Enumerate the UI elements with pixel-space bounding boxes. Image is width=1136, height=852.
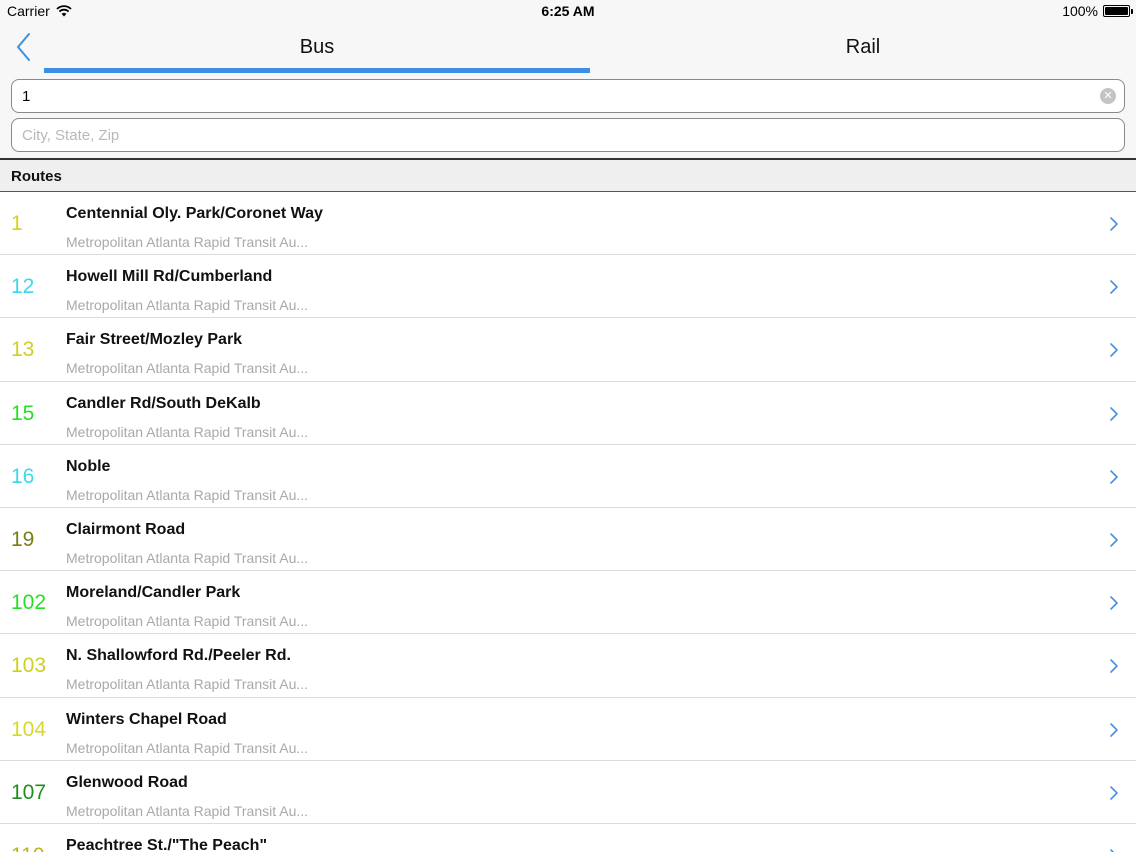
- back-button[interactable]: [12, 30, 38, 66]
- route-list: 1 Centennial Oly. Park/Coronet Way Metropo…: [0, 192, 1136, 852]
- route-row[interactable]: 103 N. Shallowford Rd./Peeler Rd. Metropol…: [0, 634, 1136, 698]
- battery-percent: 100%: [1062, 3, 1098, 19]
- chevron-right-icon: [1110, 659, 1118, 674]
- route-agency: Metropolitan Atlanta Rapid Transit Au...: [66, 549, 309, 566]
- route-name: Winters Chapel Road: [66, 710, 227, 728]
- route-row[interactable]: 107 Glenwood Road Metropolitan Atlanta Rap…: [0, 760, 1136, 824]
- route-row[interactable]: 13 Fair Street/Mozley Park Metropolitan At…: [0, 318, 1136, 382]
- route-agency: Metropolitan Atlanta Rapid Transit Au...: [66, 676, 309, 693]
- route-row[interactable]: 19 Clairmont Road Metropolitan Atlanta Rap…: [0, 507, 1136, 572]
- route-name: N. Shallowford Rd./Peeler Rd.: [66, 647, 291, 665]
- status-right: 100%: [1062, 3, 1133, 19]
- route-name: Howell Mill Rd/Cumberland: [66, 268, 273, 286]
- chevron-right-icon: [1110, 217, 1118, 231]
- route-agency: Metropolitan Atlanta Rapid Transit Au...: [66, 739, 309, 756]
- clear-icon[interactable]: ✕: [1100, 88, 1116, 104]
- battery-icon: [1103, 5, 1133, 17]
- route-number: 110: [11, 844, 44, 852]
- battery-fill: [1105, 7, 1128, 15]
- route-number: 103: [11, 654, 47, 678]
- route-agency: Metropolitan Atlanta Rapid Transit Au...: [66, 360, 309, 377]
- route-number: 107: [11, 780, 47, 804]
- chevron-right-icon: [1110, 722, 1118, 737]
- route-row[interactable]: 110Peachtree St./"The Peach"Metropolitan…: [0, 823, 1136, 852]
- route-row[interactable]: 1 Centennial Oly. Park/Coronet Way Metropo…: [0, 192, 1136, 256]
- route-name: Centennial Oly. Park/Coronet Way: [66, 205, 323, 222]
- route-name: Fair Street/Mozley Park: [66, 331, 243, 349]
- location-field: [11, 118, 1125, 152]
- status-bar: Carrier 6:25 AM 100%: [0, 0, 1136, 22]
- clock: 6:25 AM: [541, 3, 595, 19]
- route-agency: Metropolitan Atlanta Rapid Transit Au...: [66, 486, 309, 503]
- route-agency: Metropolitan Atlanta Rapid Transit Au...: [66, 297, 309, 314]
- chevron-right-icon: [1110, 343, 1118, 358]
- route-name: Peachtree St./"The Peach": [66, 836, 268, 852]
- chevron-right-icon: [1110, 596, 1118, 610]
- location-input[interactable]: [12, 119, 1124, 151]
- route-number: 19: [11, 527, 35, 551]
- route-name: Candler Rd/South DeKalb: [66, 394, 261, 412]
- route-agency: Metropolitan Atlanta Rapid Transit Au...: [66, 802, 309, 819]
- route-number: 13: [11, 338, 35, 362]
- route-search-input[interactable]: [12, 80, 1124, 112]
- route-agency: Metropolitan Atlanta Rapid Transit Au...: [66, 613, 309, 630]
- tab-bus[interactable]: Bus: [44, 36, 590, 62]
- chevron-right-icon: [1110, 533, 1118, 547]
- route-agency: Metropolitan Atlanta Rapid Transit Au...: [66, 423, 309, 440]
- route-row[interactable]: 15 Candler Rd/South DeKalb Metropolitan At…: [0, 381, 1136, 445]
- routes-section-header: Routes: [0, 158, 1136, 192]
- route-number: 1: [11, 212, 23, 235]
- route-name: Moreland/Candler Park: [66, 584, 241, 602]
- route-row[interactable]: 104 Winters Chapel Road Metropolitan Atlan…: [0, 697, 1136, 761]
- chevron-right-icon: [1110, 469, 1118, 484]
- app-screen: Carrier 6:25 AM 100% Bus Rail ✕ Routes 1…: [0, 0, 1136, 852]
- route-agency: Metropolitan Atlanta Rapid Transit Au...: [66, 234, 309, 250]
- route-row[interactable]: 12 Howell Mill Rd/Cumberland Metropolitan …: [0, 255, 1136, 319]
- chevron-right-icon: [1110, 280, 1118, 294]
- route-name: Clairmont Road: [66, 520, 186, 538]
- chevron-left-icon: [17, 33, 30, 61]
- route-number: 104: [11, 717, 47, 741]
- route-search-field: ✕: [11, 79, 1125, 113]
- route-number: 16: [11, 464, 35, 488]
- route-name: Glenwood Road: [66, 773, 188, 791]
- tab-rail[interactable]: Rail: [590, 36, 1136, 62]
- tab-selection-indicator: [44, 68, 590, 73]
- chevron-right-icon: [1110, 785, 1118, 800]
- route-row[interactable]: 16 Noble Metropolitan Atlanta Rapid Transi…: [0, 444, 1136, 508]
- route-number: 12: [11, 275, 35, 299]
- route-number: 102: [11, 591, 47, 615]
- route-row[interactable]: 102 Moreland/Candler Park Metropolitan Atl…: [0, 571, 1136, 635]
- chevron-right-icon: [1110, 849, 1115, 852]
- route-number: 15: [11, 401, 35, 425]
- route-name: Noble: [66, 457, 111, 475]
- chevron-right-icon: [1110, 406, 1118, 421]
